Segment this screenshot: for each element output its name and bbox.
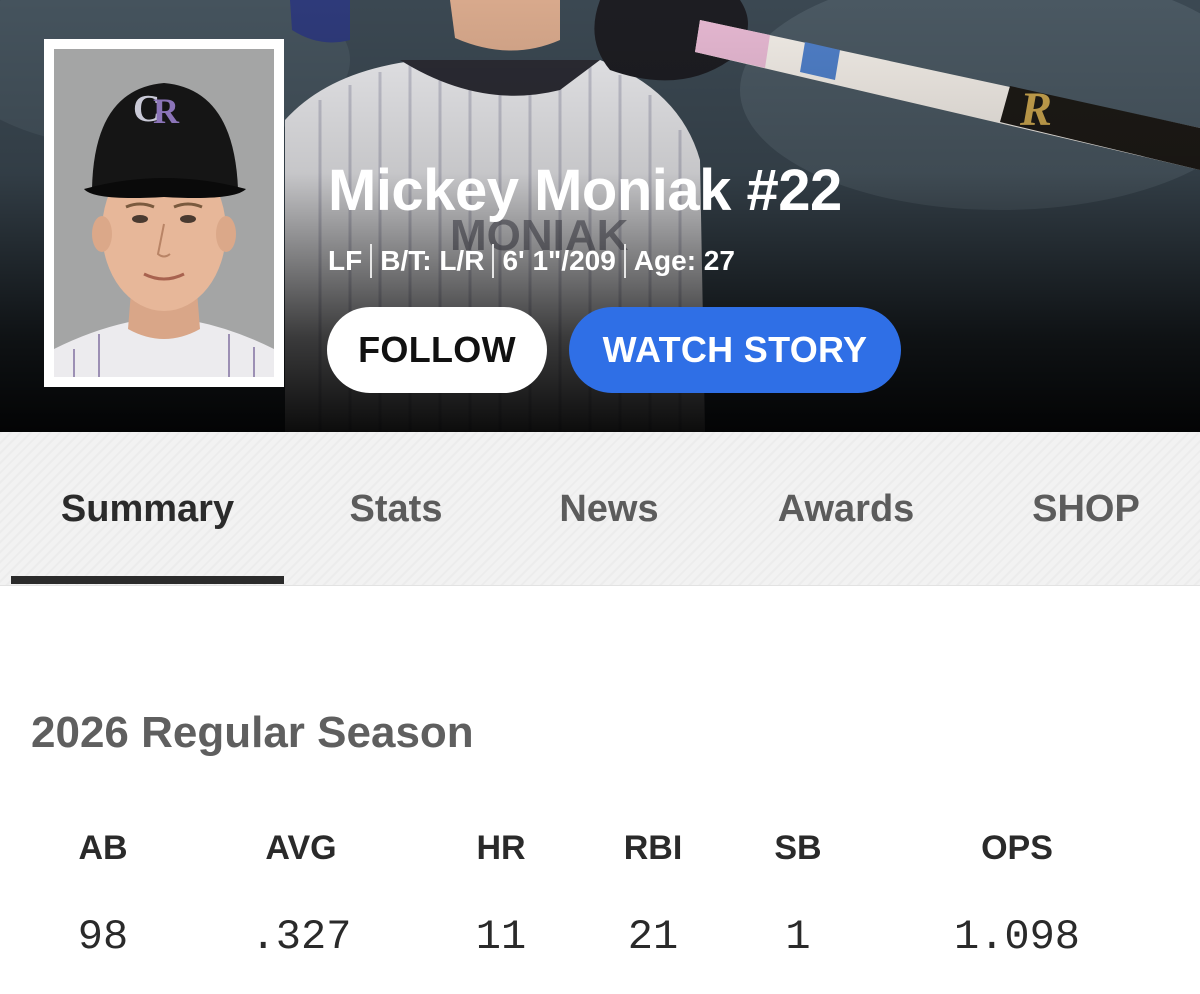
follow-button[interactable]: FOLLOW [327, 307, 547, 393]
stat-value: .327 [250, 913, 352, 961]
tab-news[interactable]: News [509, 432, 709, 586]
player-age: Age: 27 [633, 245, 735, 276]
player-height-weight: 6' 1"/209 [502, 245, 616, 276]
stat-label: AB [78, 829, 128, 867]
tab-awards[interactable]: Awards [746, 432, 946, 586]
divider [492, 244, 495, 278]
player-headshot: C R [44, 39, 284, 387]
stat-value: 98 [77, 913, 129, 961]
stat-label: AVG [265, 829, 337, 867]
tab-bar: Summary Stats News Awards SHOP [0, 432, 1200, 586]
stat-ops: OPS 1.098 [917, 826, 1117, 962]
player-hero-banner: R MONIAK [0, 0, 1200, 432]
season-heading: 2026 Regular Season [31, 708, 474, 757]
player-position: LF [328, 245, 363, 276]
tab-stats[interactable]: Stats [296, 432, 496, 586]
stat-sb: SB 1 [698, 826, 898, 962]
stat-value: 1 [785, 913, 811, 961]
stat-avg: AVG .327 [201, 826, 401, 962]
stat-label: OPS [981, 829, 1053, 867]
svg-text:R: R [153, 91, 180, 131]
tab-summary[interactable]: Summary [11, 432, 284, 586]
watch-story-button[interactable]: WATCH STORY [569, 307, 901, 393]
stat-ab: AB 98 [3, 826, 203, 962]
stat-label: SB [774, 829, 822, 867]
stat-value: 1.098 [953, 913, 1081, 961]
rockies-logo-icon: C R [133, 88, 180, 131]
player-name: Mickey Moniak #22 [328, 158, 842, 223]
active-tab-indicator [11, 576, 284, 584]
player-bio-line: LF B/T: L/R 6' 1"/209 Age: 27 [328, 242, 735, 280]
player-bats-throws: B/T: L/R [380, 245, 485, 276]
divider [370, 244, 373, 278]
tab-shop[interactable]: SHOP [986, 432, 1186, 586]
divider [623, 244, 626, 278]
